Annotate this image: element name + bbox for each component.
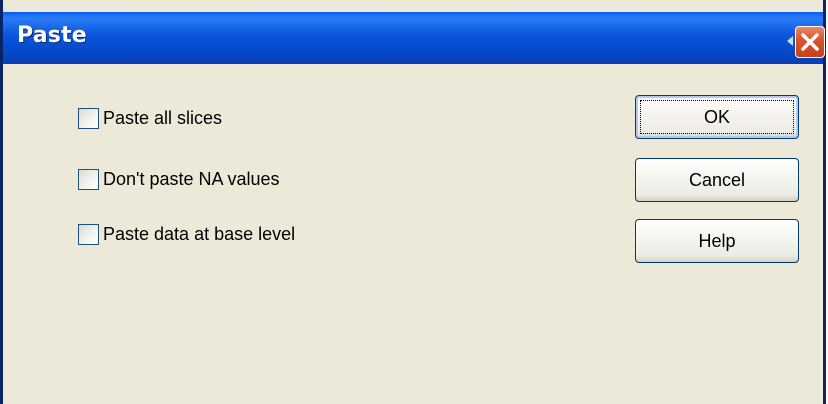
title-bar[interactable]: Paste [3,12,825,64]
ok-button[interactable]: OK [635,95,799,139]
help-button[interactable]: Help [635,219,799,263]
option-paste-base-level[interactable]: Paste data at base level [78,220,295,248]
paste-base-level-checkbox[interactable] [78,223,99,245]
ok-button-label: OK [703,107,730,127]
close-icon [801,33,819,51]
paste-all-slices-label: Paste all slices [103,107,223,128]
help-button-label: Help [698,231,736,251]
cancel-button[interactable]: Cancel [635,158,799,202]
paste-dialog: Paste Paste all slices Don't paste NA va… [0,0,826,404]
paste-all-slices-checkbox[interactable] [78,107,99,129]
cancel-button-label: Cancel [688,170,746,190]
close-button[interactable] [795,26,825,58]
paste-base-level-label: Paste data at base level [103,223,296,244]
title-bar-notch [787,36,793,46]
option-paste-all-slices[interactable]: Paste all slices [78,104,222,132]
dont-paste-na-checkbox[interactable] [78,168,99,190]
option-dont-paste-na[interactable]: Don't paste NA values [78,165,280,193]
window-title: Paste [17,23,87,48]
dont-paste-na-label: Don't paste NA values [103,168,280,189]
